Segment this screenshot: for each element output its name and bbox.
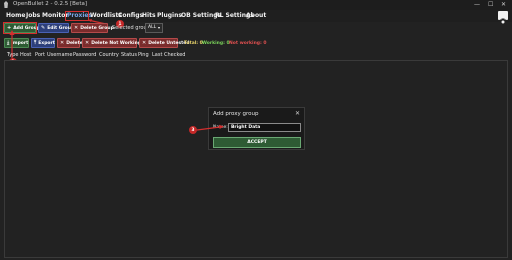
camera-icon — [499, 18, 507, 25]
x-icon: ✕ — [60, 40, 65, 46]
menu-home[interactable]: Home — [6, 12, 25, 19]
close-icon[interactable]: ✕ — [295, 110, 300, 117]
title-bar: OpenBullet 2 - 0.2.5 [Beta] — ☐ ✕ — [0, 0, 512, 10]
selected-group-dropdown[interactable]: ALL ▾ — [145, 23, 163, 33]
window-title: OpenBullet 2 - 0.2.5 [Beta] — [13, 1, 87, 7]
delete-group-label: Delete Group — [80, 25, 114, 31]
menu-hits[interactable]: Hits — [142, 12, 156, 19]
column-header-username[interactable]: Username — [47, 52, 73, 58]
chevron-down-icon: ▾ — [157, 25, 160, 30]
delete-group-button[interactable]: ✕ Delete Group — [71, 23, 114, 33]
annotation-arrow-3 — [196, 124, 224, 131]
delete-untested-button[interactable]: ✕ Delete Untested — [139, 38, 190, 48]
export-button[interactable]: ⤒ Export — [31, 38, 55, 48]
pencil-icon: ✎ — [41, 25, 46, 31]
x-icon: ✕ — [74, 25, 79, 31]
accept-label: ACCEPT — [247, 140, 267, 145]
column-header-last-checked[interactable]: Last Checked — [152, 52, 185, 58]
close-window-button[interactable]: ✕ — [501, 1, 506, 8]
group-name-value: Bright Data — [231, 125, 261, 130]
delete-not-working-label: Delete Not Working — [91, 40, 142, 46]
export-label: Export — [38, 40, 55, 46]
column-header-password[interactable]: Password — [73, 52, 96, 58]
minimize-button[interactable]: — — [474, 1, 480, 8]
column-header-country[interactable]: Country — [99, 52, 119, 58]
dialog-title: Add proxy group — [213, 111, 259, 117]
column-header-status[interactable]: Status — [121, 52, 137, 58]
proxy-table-body[interactable] — [4, 60, 508, 258]
x-icon: ✕ — [142, 40, 147, 46]
column-header-type[interactable]: Type — [7, 52, 18, 58]
maximize-button[interactable]: ☐ — [488, 1, 493, 8]
total-count: Total: 0 — [184, 41, 203, 46]
column-header-port[interactable]: Port — [35, 52, 45, 58]
working-count: Working: 0 — [202, 41, 230, 46]
app-logo-icon — [4, 1, 8, 8]
menu-configs[interactable]: Configs — [118, 12, 143, 19]
upload-icon: ⤒ — [34, 40, 37, 46]
edit-group-button[interactable]: ✎ Edit Group — [38, 23, 74, 33]
accept-button[interactable]: ACCEPT — [213, 137, 301, 148]
column-header-host[interactable]: Host — [20, 52, 31, 58]
delete-button[interactable]: ✕ Delete — [57, 38, 83, 48]
menu-plugins[interactable]: Plugins — [157, 12, 182, 19]
delete-not-working-button[interactable]: ✕ Delete Not Working — [82, 38, 141, 48]
import-button[interactable]: ⤓ Import — [4, 38, 29, 48]
not-working-count: Not working: 0 — [229, 41, 267, 46]
group-name-input[interactable]: Bright Data — [228, 123, 301, 132]
selected-group-value: ALL — [148, 25, 157, 30]
column-header-ping[interactable]: Ping — [138, 52, 149, 58]
x-icon: ✕ — [85, 40, 90, 46]
delete-label: Delete — [66, 40, 83, 46]
menu-jobs[interactable]: Jobs — [26, 12, 40, 19]
menu-about[interactable]: About — [246, 12, 266, 19]
screenshot-button[interactable] — [498, 11, 508, 25]
